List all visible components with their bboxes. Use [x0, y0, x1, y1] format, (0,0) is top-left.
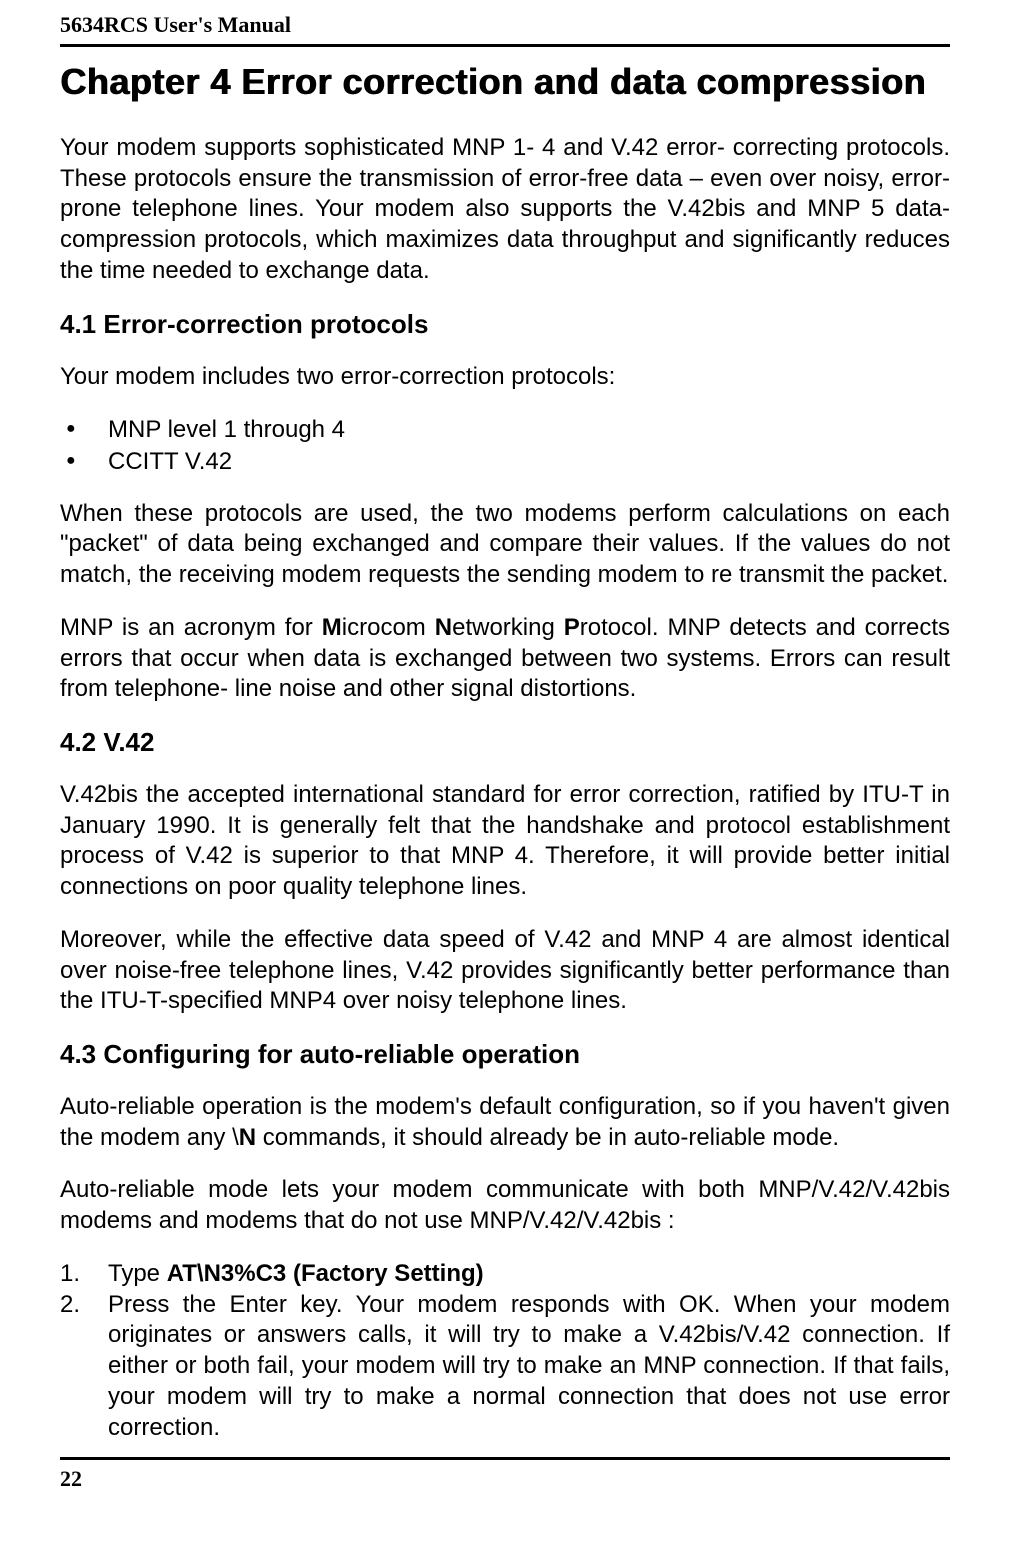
- error-protocol-list: MNP level 1 through 4 CCITT V.42: [60, 414, 950, 476]
- item-number: 2.: [60, 1290, 80, 1321]
- list-item: CCITT V.42: [60, 446, 950, 477]
- section-4-1-p1: Your modem includes two error-correction…: [60, 362, 950, 393]
- chapter-title: Chapter 4 Error correction and data comp…: [60, 61, 950, 103]
- configure-steps-list: 1. Type AT\N3%C3 (Factory Setting) 2. Pr…: [60, 1259, 950, 1443]
- bold-letter-n: N: [435, 614, 452, 641]
- section-4-3-heading: 4.3 Configuring for auto-reliable operat…: [60, 1039, 950, 1070]
- text: Type: [108, 1260, 167, 1287]
- running-header: 5634RCS User's Manual: [60, 12, 950, 38]
- page-number: 22: [60, 1466, 950, 1492]
- section-4-1-p2: When these protocols are used, the two m…: [60, 499, 950, 591]
- intro-paragraph: Your modem supports sophisticated MNP 1-…: [60, 133, 950, 287]
- section-4-3-p2: Auto-reliable mode lets your modem commu…: [60, 1175, 950, 1236]
- at-command: AT\N3%C3 (Factory Setting): [167, 1260, 484, 1287]
- item-number: 1.: [60, 1259, 80, 1290]
- bold-letter-m: M: [322, 614, 342, 641]
- section-4-3-p1: Auto-reliable operation is the modem's d…: [60, 1092, 950, 1153]
- text: MNP is an acronym for: [60, 614, 322, 641]
- section-4-2-p1: V.42bis the accepted international stand…: [60, 780, 950, 903]
- section-4-2-p2: Moreover, while the effective data speed…: [60, 925, 950, 1017]
- text: Press the Enter key. Your modem responds…: [108, 1291, 950, 1441]
- list-item: 1. Type AT\N3%C3 (Factory Setting): [60, 1259, 950, 1290]
- text: icrocom: [342, 614, 435, 641]
- section-4-2-heading: 4.2 V.42: [60, 727, 950, 758]
- section-4-1-heading: 4.1 Error-correction protocols: [60, 309, 950, 340]
- bold-backslash-n: N: [239, 1124, 256, 1151]
- text: etworking: [452, 614, 564, 641]
- bold-letter-p: P: [564, 614, 580, 641]
- text: commands, it should already be in auto-r…: [256, 1124, 839, 1151]
- footer-rule: [60, 1457, 950, 1460]
- list-item: MNP level 1 through 4: [60, 414, 950, 445]
- section-4-1-p3: MNP is an acronym for Microcom Networkin…: [60, 613, 950, 705]
- list-item: 2. Press the Enter key. Your modem respo…: [60, 1290, 950, 1444]
- header-rule: [60, 44, 950, 47]
